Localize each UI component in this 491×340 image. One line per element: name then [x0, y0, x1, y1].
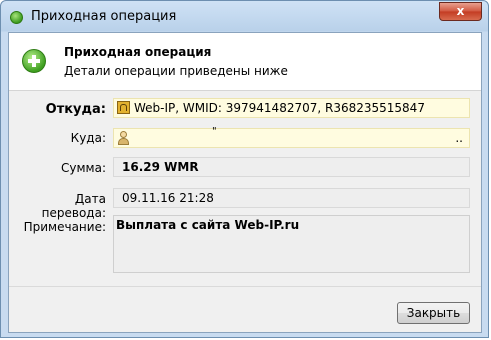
window-close-button[interactable]: x	[439, 2, 482, 21]
note-value: Выплата с сайта Web-IP.ru	[116, 218, 300, 232]
dialog-header: Приходная операция Детали операции приве…	[9, 33, 481, 91]
note-field[interactable]: Выплата с сайта Web-IP.ru	[113, 215, 470, 273]
plus-circle-icon	[22, 49, 46, 73]
plus-circle-icon	[10, 11, 23, 24]
to-trailing: ..	[455, 131, 463, 145]
title-bar[interactable]: Приходная операция x	[1, 1, 488, 33]
dialog-window: Приходная операция x Приходная операция …	[0, 0, 489, 338]
to-field[interactable]: " ..	[113, 126, 470, 148]
amount-value: 16.29 WMR	[122, 160, 199, 174]
date-field: 09.11.16 21:28	[113, 188, 470, 208]
footer-divider	[9, 286, 481, 287]
close-button[interactable]: Закрыть	[397, 302, 470, 324]
from-label: Откуда:	[45, 102, 106, 117]
date-value: 09.11.16 21:28	[122, 191, 214, 205]
amount-field: 16.29 WMR	[113, 157, 470, 177]
note-label: Примечание:	[23, 220, 106, 234]
header-title: Приходная операция	[64, 45, 212, 59]
header-subtitle: Детали операции приведены ниже	[64, 64, 288, 78]
from-value: Web-IP, WMID: 397941482707, R36823551584…	[134, 101, 425, 115]
date-label: Дата перевода:	[41, 192, 106, 220]
from-field[interactable]: Web-IP, WMID: 397941482707, R36823551584…	[113, 98, 470, 118]
user-icon	[118, 131, 129, 145]
to-mark: "	[212, 126, 217, 137]
dialog-body: Приходная операция Детали операции приве…	[8, 32, 482, 333]
to-label: Куда:	[70, 131, 106, 145]
window-title: Приходная операция	[31, 9, 177, 24]
amount-label: Сумма:	[61, 161, 106, 175]
wallet-icon	[117, 101, 130, 114]
